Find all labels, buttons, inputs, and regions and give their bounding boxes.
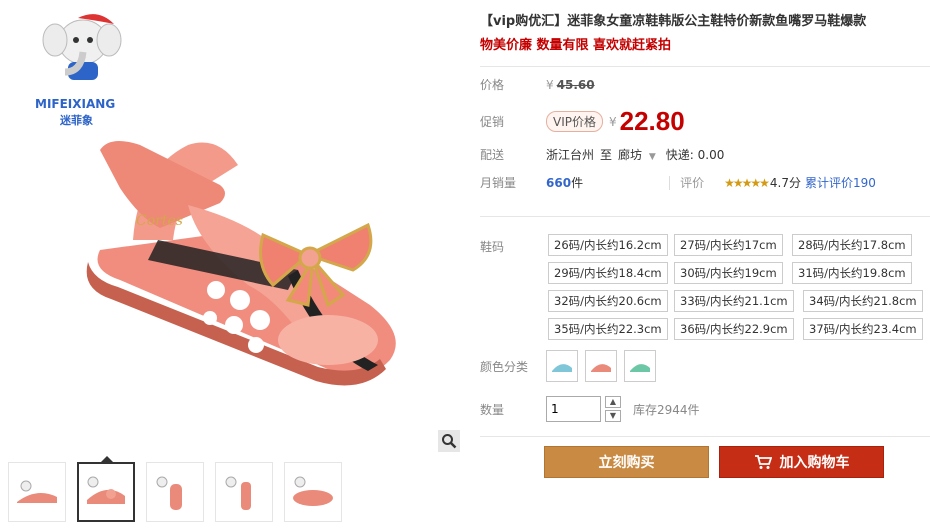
size-option[interactable]: 33码/内长约21.1cm (674, 290, 794, 312)
quantity-stepper: ▲ ▼ (605, 396, 621, 422)
star-rating: ★★★★★ (724, 175, 770, 190)
add-to-cart-button[interactable]: 加入购物车 (719, 446, 884, 478)
divider (480, 436, 930, 437)
zoom-button[interactable] (438, 430, 460, 452)
rating-label: 评价 (680, 176, 705, 190)
magnifier-icon (442, 434, 457, 449)
cart-icon (754, 455, 772, 469)
thumbnail-image (156, 476, 182, 510)
thumbnail-2[interactable] (77, 456, 135, 522)
thumbnail-3[interactable] (146, 462, 204, 522)
price-row: 价格 ¥ 45.60 (480, 76, 595, 93)
quantity-row: 数量 ▲ ▼ 库存2944件 (480, 396, 700, 422)
product-subtitle: 物美价廉 数量有限 喜欢就赶紧拍 (480, 38, 672, 53)
color-swatches (546, 350, 656, 382)
size-option[interactable]: 37码/内长约23.4cm (803, 318, 923, 340)
destination-select[interactable]: 廊坊 ▼ (618, 146, 656, 163)
size-option[interactable]: 36码/内长约22.9cm (674, 318, 794, 340)
sales-unit: 件 (571, 176, 584, 190)
divider (669, 175, 671, 190)
thumbnail-image (87, 476, 125, 504)
sales-label: 月销量 (480, 176, 517, 190)
buy-now-button[interactable]: 立刻购买 (544, 446, 709, 478)
swatch-image (591, 364, 611, 372)
svg-text:Cortes: Cortes (136, 213, 183, 229)
rating-score: 4.7分 (769, 176, 801, 190)
sales-row: 月销量 660 件 评价 ★★★★★ 4.7分 累计评价190 (480, 174, 876, 191)
color-row: 颜色分类 (480, 350, 656, 382)
quantity-input[interactable] (546, 396, 601, 422)
brand-logo: MIFEIXIANG 迷菲象 (35, 14, 122, 127)
thumbnail-strip (8, 456, 342, 522)
destination-value: 廊坊 (618, 148, 643, 162)
shipping-fee: 快递: 0.00 (665, 148, 725, 162)
thumbnail-4[interactable] (215, 462, 273, 522)
divider (480, 216, 930, 217)
swatch-image (630, 364, 650, 372)
product-info: 【vip购优汇】迷菲象女童凉鞋韩版公主鞋特价新款鱼嘴罗马鞋爆款 物美价廉 数量有… (480, 0, 925, 55)
size-option[interactable]: 27码/内长约17cm (674, 234, 783, 256)
thumbnail-1[interactable] (8, 462, 66, 522)
svg-text:MIFEIXIANG: MIFEIXIANG (35, 97, 115, 111)
currency-symbol: ¥ (609, 114, 617, 129)
add-to-cart-label: 加入购物车 (779, 455, 850, 471)
product-gallery: MIFEIXIANG 迷菲象 Cortes (0, 0, 465, 529)
promo-label: 促销 (480, 115, 505, 129)
color-label: 颜色分类 (480, 359, 529, 374)
thumbnail-image (17, 480, 57, 503)
swatch-image (552, 364, 572, 372)
ship-from: 浙江台州 (546, 148, 595, 162)
size-option[interactable]: 31码/内长约19.8cm (792, 262, 912, 284)
thumbnail-image (225, 476, 251, 510)
size-option[interactable]: 29码/内长约18.4cm (548, 262, 668, 284)
promo-row: 促销 VIP价格 ¥ 22.80 (480, 106, 685, 137)
decrement-button[interactable]: ▼ (605, 410, 621, 422)
main-product-image[interactable]: MIFEIXIANG 迷菲象 Cortes (8, 0, 460, 452)
svg-text:迷菲象: 迷菲象 (59, 113, 93, 127)
size-option[interactable]: 30码/内长约19cm (674, 262, 783, 284)
size-option[interactable]: 34码/内长约21.8cm (803, 290, 923, 312)
buy-now-label: 立刻购买 (598, 455, 655, 471)
quantity-label: 数量 (480, 402, 505, 417)
shipping-label: 配送 (480, 148, 505, 162)
chevron-down-icon: ▼ (648, 152, 656, 162)
sales-count: 660 (546, 175, 572, 190)
size-option[interactable]: 35码/内长约22.3cm (548, 318, 668, 340)
size-row: 鞋码 (480, 238, 546, 255)
stock-count: 库存2944件 (633, 402, 700, 417)
thumbnail-5[interactable] (284, 462, 342, 522)
sandal-illustration: MIFEIXIANG 迷菲象 Cortes (35, 14, 396, 386)
color-swatch-green[interactable] (624, 350, 656, 382)
size-option[interactable]: 26码/内长约16.2cm (548, 234, 668, 256)
reviews-link[interactable]: 累计评价190 (805, 174, 876, 191)
shipping-row: 配送 浙江台州 至 廊坊 ▼ 快递: 0.00 (480, 146, 724, 163)
color-swatch-blue[interactable] (546, 350, 578, 382)
divider (480, 66, 930, 67)
promo-price: 22.80 (619, 106, 685, 136)
vip-badge: VIP价格 (546, 111, 603, 132)
thumbnail-image (293, 476, 333, 506)
increment-button[interactable]: ▲ (605, 396, 621, 408)
original-price: 45.60 (556, 77, 595, 92)
ship-to-word: 至 (600, 148, 613, 162)
size-label: 鞋码 (480, 240, 505, 254)
size-option[interactable]: 28码/内长约17.8cm (792, 234, 912, 256)
price-label: 价格 (480, 78, 505, 92)
color-swatch-pink[interactable] (585, 350, 617, 382)
size-option[interactable]: 32码/内长约20.6cm (548, 290, 668, 312)
product-title: 【vip购优汇】迷菲象女童凉鞋韩版公主鞋特价新款鱼嘴罗马鞋爆款 (480, 14, 867, 29)
currency-symbol: ¥ (546, 77, 554, 92)
